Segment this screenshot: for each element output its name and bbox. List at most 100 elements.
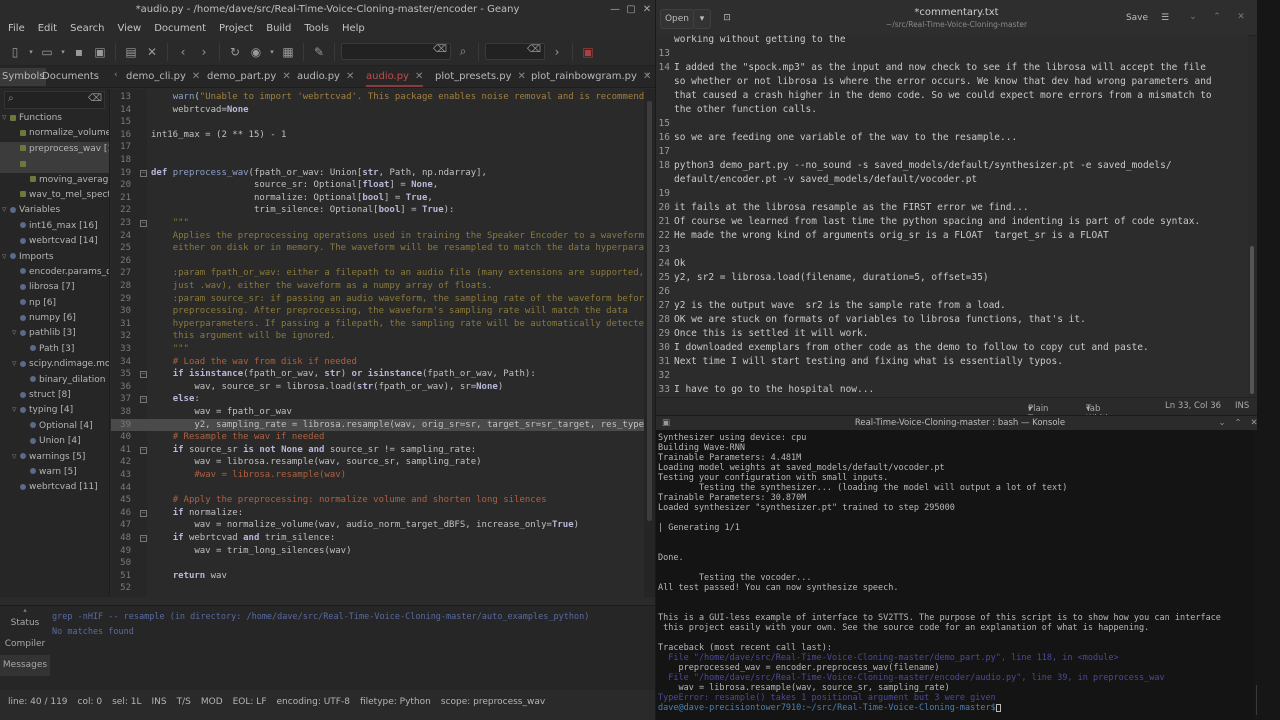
code-line[interactable]: 43 #wav = librosa.resample(wav) bbox=[111, 469, 644, 482]
expand-arrow-icon[interactable]: ▿ bbox=[2, 111, 10, 126]
maximize-icon[interactable]: ⌃ bbox=[1211, 12, 1223, 22]
maximize-button[interactable]: ▢ bbox=[624, 0, 638, 20]
menu-build[interactable]: Build bbox=[266, 20, 291, 38]
code-line[interactable]: 35 − if isinstance(fpath_or_wav, str) or … bbox=[111, 368, 644, 381]
code-line[interactable]: 16 int16_max = (2 ** 15) - 1 bbox=[111, 129, 644, 142]
fold-marker-icon[interactable]: − bbox=[140, 169, 147, 177]
dropdown-arrow-icon[interactable]: ▾ bbox=[27, 43, 35, 61]
code-line[interactable]: 28 just .wav), either the waveform as a … bbox=[111, 280, 644, 293]
menu-project[interactable]: Project bbox=[219, 20, 253, 38]
code-line[interactable]: 44 bbox=[111, 482, 644, 495]
message-line[interactable]: grep -nHIF -- resample (in directory: /h… bbox=[52, 610, 589, 625]
code-line[interactable]: 30 preprocessing. After preprocessing, t… bbox=[111, 305, 644, 318]
close-tab-icon[interactable]: ✕ bbox=[518, 71, 526, 82]
close-button[interactable]: ✕ bbox=[640, 0, 654, 20]
search-input[interactable]: ⌫ bbox=[341, 43, 451, 60]
close-icon[interactable]: ✕ bbox=[1235, 12, 1247, 22]
text-scrollbar[interactable] bbox=[1248, 36, 1257, 398]
tabs-scroll-right-icon[interactable]: › bbox=[646, 70, 650, 80]
code-line[interactable]: 24 Applies the preprocessing operations … bbox=[111, 230, 644, 243]
symbol-item[interactable]: Path [3] bbox=[0, 342, 109, 357]
back-icon[interactable]: ‹ bbox=[174, 43, 192, 61]
code-line[interactable]: 29 :param source_sr: if passing an audio… bbox=[111, 293, 644, 306]
code-line[interactable]: 42 wav = librosa.resample(wav, source_sr… bbox=[111, 456, 644, 469]
symbol-item[interactable]: ▿ Functions bbox=[0, 111, 109, 126]
code-line[interactable]: 17 bbox=[111, 141, 644, 154]
fold-marker-icon[interactable]: − bbox=[140, 220, 147, 227]
menu-file[interactable]: File bbox=[8, 20, 25, 38]
fold-marker-icon[interactable]: − bbox=[140, 446, 147, 454]
code-line[interactable]: 37 − else: bbox=[111, 393, 644, 406]
symbol-item[interactable]: binary_dilation [1] bbox=[0, 373, 109, 388]
symbol-item[interactable]: np [6] bbox=[0, 296, 109, 311]
open-file-icon[interactable]: ▭ bbox=[38, 43, 56, 61]
minimize-icon[interactable]: ⌄ bbox=[1216, 416, 1228, 430]
dropdown-arrow-icon[interactable]: ▾ bbox=[59, 43, 67, 61]
tab-compiler[interactable]: Compiler bbox=[0, 634, 50, 655]
symbol-item[interactable]: ▿ Imports bbox=[0, 250, 109, 265]
symbol-item[interactable]: int16_max [16] bbox=[0, 219, 109, 234]
symbol-item[interactable]: webrtcvad [11] bbox=[0, 480, 109, 495]
terminal-output[interactable]: Synthesizer using device: cpu Building Wa… bbox=[658, 433, 1254, 718]
symbol-item[interactable]: struct [8] bbox=[0, 388, 109, 403]
symbol-item[interactable]: Union [4] bbox=[0, 434, 109, 449]
code-line[interactable]: 40 # Resample the wav if needed bbox=[111, 431, 644, 444]
reload-icon[interactable]: ↻ bbox=[226, 43, 244, 61]
code-line[interactable]: 51 return wav bbox=[111, 570, 644, 583]
menu-tools[interactable]: Tools bbox=[304, 20, 329, 38]
symbol-item[interactable]: ▿ scipy.ndimage.morph bbox=[0, 357, 109, 372]
quit-icon[interactable]: ▣ bbox=[579, 43, 597, 61]
code-line[interactable]: 52 bbox=[111, 582, 644, 595]
tab-status[interactable]: Status bbox=[0, 613, 50, 634]
code-line[interactable]: 15 bbox=[111, 116, 644, 129]
scrollbar-thumb[interactable] bbox=[1250, 246, 1254, 394]
symbol-item[interactable]: normalize_volume [1 bbox=[0, 126, 109, 141]
symbol-item[interactable]: webrtcvad [14] bbox=[0, 234, 109, 249]
editor-scrollbar[interactable] bbox=[644, 89, 655, 597]
editor-tab-active[interactable]: audio.py ✕ bbox=[366, 69, 424, 87]
code-line[interactable]: 27 :param fpath_or_wav: either a filepat… bbox=[111, 267, 644, 280]
code-line[interactable]: 13 warn("Unable to import 'webrtcvad'. T… bbox=[111, 91, 644, 104]
code-line[interactable]: 49 wav = trim_long_silences(wav) bbox=[111, 545, 644, 558]
cursor-position[interactable]: Ln 33, Col 36 bbox=[1165, 401, 1221, 411]
symbol-item[interactable]: warn [5] bbox=[0, 465, 109, 480]
symbol-item[interactable]: wav_to_mel_spectrog bbox=[0, 188, 109, 203]
clear-icon[interactable]: ⌫ bbox=[88, 93, 102, 104]
goto-arrow-icon[interactable]: › bbox=[548, 43, 566, 61]
symbol-filter-input[interactable]: ⌕ ⌫ bbox=[4, 91, 105, 109]
dropdown-arrow-icon[interactable]: ▾ bbox=[268, 43, 276, 61]
code-line[interactable]: 47 wav = normalize_volume(wav, audio_nor… bbox=[111, 519, 644, 532]
clear-icon[interactable]: ⌫ bbox=[527, 44, 541, 55]
symbol-item[interactable]: encoder.params_data bbox=[0, 265, 109, 280]
open-dropdown-icon[interactable]: ▾ bbox=[693, 9, 711, 29]
close-tab-icon[interactable]: ✕ bbox=[282, 71, 290, 82]
tab-documents[interactable]: Documents bbox=[40, 68, 101, 86]
menu-search[interactable]: Search bbox=[70, 20, 104, 38]
fold-marker-icon[interactable]: − bbox=[140, 396, 147, 404]
symbol-item[interactable] bbox=[0, 157, 109, 173]
close-tab-icon[interactable]: ✕ bbox=[415, 71, 423, 82]
menu-document[interactable]: Document bbox=[154, 20, 206, 38]
expand-arrow-icon[interactable]: ▿ bbox=[12, 326, 20, 341]
expand-arrow-icon[interactable]: ▿ bbox=[2, 250, 10, 265]
code-line[interactable]: 41 − if source_sr is not None and source_… bbox=[111, 444, 644, 457]
tab-messages[interactable]: Messages bbox=[0, 655, 50, 676]
code-line[interactable]: 26 bbox=[111, 255, 644, 268]
build-icon[interactable]: ▦ bbox=[279, 43, 297, 61]
expand-arrow-icon[interactable]: ▿ bbox=[2, 203, 10, 218]
tabs-scroll-left-icon[interactable]: ‹ bbox=[114, 70, 118, 80]
code-line[interactable]: 19 − def preprocess_wav(fpath_or_wav: Unio… bbox=[111, 167, 644, 180]
code-line[interactable]: 46 − if normalize: bbox=[111, 507, 644, 520]
symbol-item[interactable]: Optional [4] bbox=[0, 419, 109, 434]
new-document-icon[interactable]: ⊡ bbox=[718, 9, 736, 29]
expand-arrow-icon[interactable]: ▿ bbox=[12, 357, 20, 372]
code-line[interactable]: 20 source_sr: Optional[float] = None, bbox=[111, 179, 644, 192]
code-line[interactable]: 22 trim_silence: Optional[bool] = True): bbox=[111, 204, 644, 217]
editor-tab[interactable]: audio.py ✕ bbox=[297, 69, 354, 87]
fold-marker-icon[interactable]: − bbox=[140, 371, 147, 379]
editor-tab[interactable]: plot_rainbowgram.py ✕ bbox=[531, 69, 651, 87]
hamburger-menu-icon[interactable]: ☰ bbox=[1156, 9, 1174, 29]
revert-icon[interactable]: ▤ bbox=[122, 43, 140, 61]
symbol-item[interactable]: librosa [7] bbox=[0, 280, 109, 295]
code-line[interactable]: 18 bbox=[111, 154, 644, 167]
